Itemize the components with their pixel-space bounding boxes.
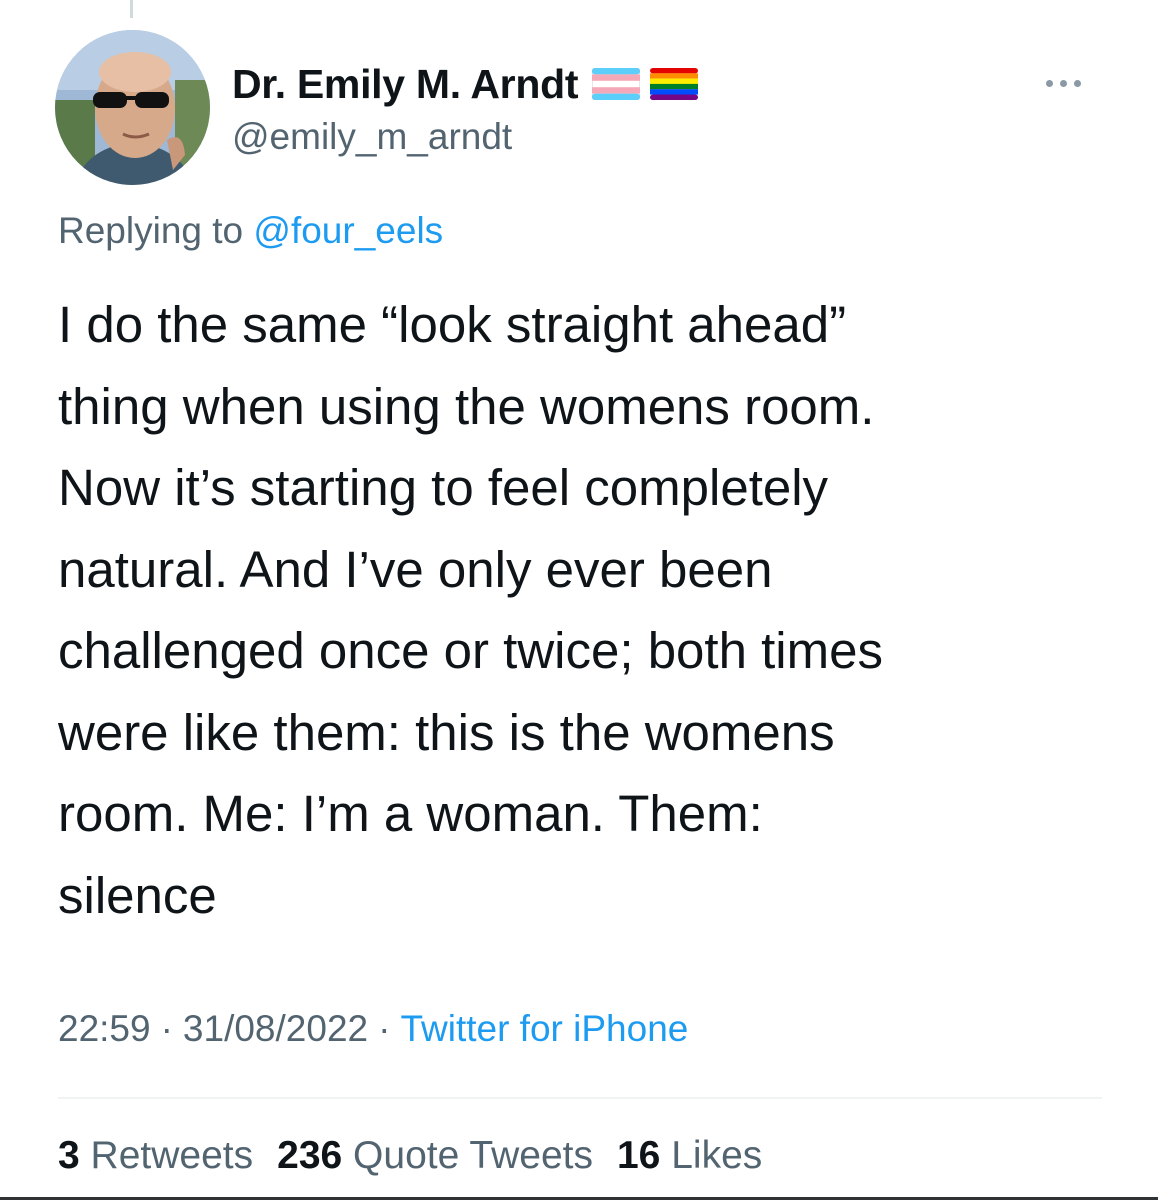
tweet-text-line: I do the same “look straight ahead” xyxy=(58,296,847,353)
more-dot xyxy=(1045,79,1053,87)
avatar[interactable] xyxy=(55,30,210,185)
tweet-metadata: 22:59 · 31/08/2022 · Twitter for iPhone xyxy=(58,1008,688,1050)
tweet-text-line: Now it’s starting to feel completely xyxy=(58,459,829,516)
tweet-text: I do the same “look straight ahead” thin… xyxy=(58,284,1118,936)
more-dot xyxy=(1059,79,1067,87)
tweet-text-line: challenged once or twice; both times xyxy=(58,622,883,679)
display-name[interactable]: Dr. Emily M. Arndt xyxy=(232,61,578,108)
tweet-text-line: natural. And I’ve only ever been xyxy=(58,540,773,598)
likes-label: Likes xyxy=(671,1134,763,1177)
quote-tweets-stat[interactable]: 236 Quote Tweets xyxy=(277,1134,593,1178)
quote-tweets-count: 236 xyxy=(277,1134,343,1177)
likes-count: 16 xyxy=(616,1134,661,1177)
tweet-text-line: silence xyxy=(58,866,217,924)
avatar-photo xyxy=(55,30,210,185)
thread-connector-line xyxy=(130,0,133,18)
author-name-row: Dr. Emily M. Arndt xyxy=(232,60,699,108)
replying-to-label: Replying to xyxy=(58,210,244,251)
replying-to-line: Replying to @four_eels xyxy=(58,210,443,252)
tweet-text-line: room. Me: I’m a woman. Them: xyxy=(58,785,763,842)
more-dot xyxy=(1073,79,1081,87)
tweet-text-line: were like them: this is the womens xyxy=(58,703,835,761)
more-options-icon[interactable] xyxy=(1028,68,1098,98)
divider xyxy=(58,1097,1102,1099)
tweet-date[interactable]: 31/08/2022 xyxy=(183,1008,368,1049)
retweets-label: Retweets xyxy=(90,1134,254,1177)
transgender-flag-icon xyxy=(592,68,641,100)
likes-stat[interactable]: 16 Likes xyxy=(617,1134,762,1178)
meta-separator: · xyxy=(160,1008,173,1049)
retweets-count: 3 xyxy=(58,1134,80,1177)
tweet-time[interactable]: 22:59 xyxy=(58,1008,151,1049)
retweets-stat[interactable]: 3 Retweets xyxy=(58,1134,253,1178)
reply-mention-link[interactable]: @four_eels xyxy=(253,210,443,251)
tweet-text-line: thing when using the womens room. xyxy=(58,377,875,435)
engagement-stats: 3 Retweets 236 Quote Tweets 16 Likes xyxy=(58,1134,762,1178)
rainbow-flag-icon xyxy=(650,68,699,100)
user-handle[interactable]: @emily_m_arndt xyxy=(232,116,512,158)
quote-tweets-label: Quote Tweets xyxy=(353,1134,593,1177)
meta-separator: · xyxy=(378,1008,391,1049)
tweet-source-link[interactable]: Twitter for iPhone xyxy=(400,1008,688,1049)
